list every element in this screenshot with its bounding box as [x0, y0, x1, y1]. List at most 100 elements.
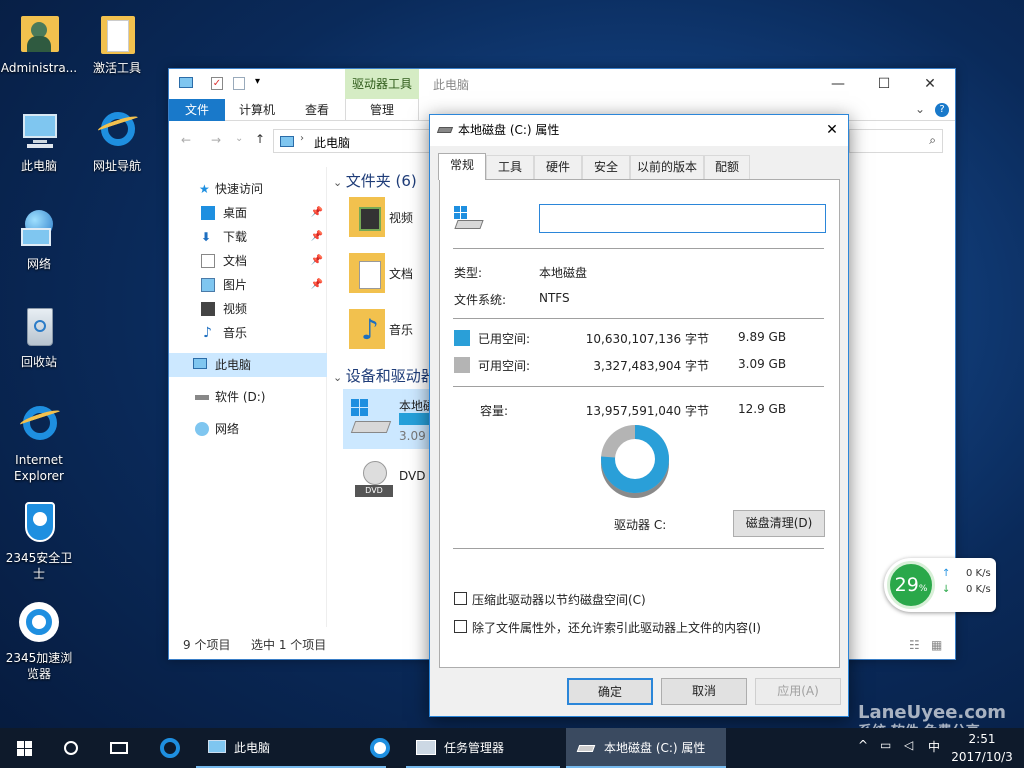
- used-space-gb: 9.89 GB: [738, 330, 787, 344]
- address-bar[interactable]: › 此电脑: [273, 129, 433, 153]
- maximize-button[interactable]: ☐: [861, 69, 907, 99]
- nav-item-this-pc[interactable]: 此电脑: [169, 353, 327, 377]
- section-label: 文件夹 (6): [345, 172, 417, 190]
- compress-label[interactable]: 压缩此驱动器以节约磁盘空间(C): [472, 591, 646, 608]
- status-selected-count: 选中 1 个项目: [251, 638, 327, 652]
- taskbar-this-pc[interactable]: 此电脑: [196, 728, 386, 768]
- nav-item-network[interactable]: 网络: [169, 417, 327, 441]
- new-folder-quick-icon[interactable]: [233, 77, 245, 90]
- window-title: 此电脑: [433, 78, 470, 92]
- nav-item-music[interactable]: ♪ 音乐: [169, 321, 327, 345]
- pin-icon[interactable]: 📌: [311, 201, 323, 225]
- status-item-count: 9 个项目: [183, 638, 231, 652]
- nav-label: 软件 (D:): [215, 390, 266, 404]
- back-icon[interactable]: ←: [181, 133, 191, 147]
- user-folder-icon: [15, 10, 63, 58]
- ok-button[interactable]: 确定: [567, 678, 653, 705]
- nav-item-pictures[interactable]: 图片 📌: [169, 273, 327, 297]
- free-space-label: 可用空间:: [478, 359, 531, 373]
- divider: [453, 318, 824, 319]
- desktop-icon-activator[interactable]: 激活工具: [78, 10, 156, 76]
- memory-usage-circle[interactable]: 29%: [887, 561, 935, 609]
- index-checkbox[interactable]: [454, 620, 467, 633]
- desktop-icon-2345-browser[interactable]: 2345加速浏览器: [0, 600, 78, 682]
- taskbar-properties[interactable]: 本地磁盘 (C:) 属性: [566, 728, 726, 768]
- desktop-icon-network[interactable]: 网络: [0, 206, 78, 272]
- nav-item-desktop[interactable]: 桌面 📌: [169, 201, 327, 225]
- disk-cleanup-button[interactable]: 磁盘清理(D): [733, 510, 825, 537]
- drive-name-input[interactable]: [539, 204, 826, 233]
- customize-toolbar-icon[interactable]: ▾: [255, 76, 260, 87]
- ime-indicator[interactable]: 中: [928, 738, 940, 755]
- memory-percent: 29: [894, 574, 919, 596]
- tab-security[interactable]: 安全: [582, 155, 630, 179]
- tray-chevron-icon[interactable]: ^: [858, 738, 868, 752]
- taskbar-browser[interactable]: [360, 728, 402, 768]
- tab-hardware[interactable]: 硬件: [534, 155, 582, 179]
- tab-previous-versions[interactable]: 以前的版本: [630, 155, 704, 179]
- volume-tray-icon[interactable]: ◁: [904, 738, 913, 752]
- folders-section-header[interactable]: ⌄ 文件夹 (6): [333, 170, 417, 191]
- network-tray-icon[interactable]: ▭: [880, 738, 891, 752]
- minimize-button[interactable]: —: [815, 69, 861, 99]
- desktop-icon-2345-security[interactable]: 2345安全卫士: [0, 500, 78, 582]
- recent-chevron-icon[interactable]: ⌄: [235, 133, 243, 144]
- properties-dialog[interactable]: 本地磁盘 (C:) 属性 ✕ 常规 工具 硬件 安全 以前的版本 配额 类型: …: [429, 114, 849, 717]
- clock[interactable]: 2:51 2017/10/3: [948, 730, 1016, 766]
- properties-quick-icon[interactable]: ✓: [211, 77, 223, 90]
- index-label[interactable]: 除了文件属性外，还允许索引此驱动器上文件的内容(I): [472, 619, 761, 636]
- expand-ribbon-icon[interactable]: ⌄: [915, 102, 925, 116]
- donut-hole: [615, 439, 655, 479]
- cancel-button[interactable]: 取消: [661, 678, 747, 705]
- start-button[interactable]: [0, 728, 48, 768]
- dialog-titlebar[interactable]: 本地磁盘 (C:) 属性 ✕: [430, 115, 848, 146]
- nav-item-quick-access[interactable]: ★ 快速访问: [169, 177, 327, 201]
- taskbar-task-manager[interactable]: 任务管理器: [406, 728, 560, 768]
- search-button[interactable]: [48, 728, 96, 768]
- dialog-close-button[interactable]: ✕: [816, 115, 848, 146]
- breadcrumb[interactable]: 此电脑: [314, 134, 350, 151]
- nav-item-documents[interactable]: 文档 📌: [169, 249, 327, 273]
- details-view-icon[interactable]: ☷: [909, 631, 920, 659]
- compress-checkbox[interactable]: [454, 592, 467, 605]
- download-arrow-icon: ⬇: [201, 230, 212, 244]
- nav-item-drive-d[interactable]: 软件 (D:): [169, 385, 327, 409]
- desktop-icon-recycle-bin[interactable]: 回收站: [0, 304, 78, 370]
- tab-file[interactable]: 文件: [169, 99, 225, 121]
- tab-manage[interactable]: 管理: [345, 99, 419, 121]
- desktop-icon-web-nav[interactable]: 网址导航: [78, 108, 156, 174]
- tab-computer[interactable]: 计算机: [227, 99, 287, 121]
- capacity-bytes: 13,957,591,040 字节: [585, 404, 709, 418]
- pin-icon[interactable]: 📌: [311, 249, 323, 273]
- drive-icon: [576, 745, 596, 752]
- network-speed-widget[interactable]: 29% ↑ 0 K/s ↓ 0 K/s: [884, 558, 996, 612]
- tab-general[interactable]: 常规: [438, 153, 486, 180]
- desktop-icon-label: 此电脑: [20, 159, 57, 173]
- explorer-titlebar[interactable]: ✓ ▾ 驱动器工具 此电脑 — ☐ ✕: [169, 69, 955, 99]
- task-view-button[interactable]: [96, 728, 144, 768]
- tab-quota[interactable]: 配额: [704, 155, 750, 179]
- pin-icon[interactable]: 📌: [311, 273, 323, 297]
- nav-label: 下载: [223, 230, 248, 244]
- desktop-icon-administrator[interactable]: Administra...: [0, 10, 78, 76]
- video-folder-icon: [349, 197, 385, 237]
- help-icon[interactable]: ?: [935, 103, 949, 117]
- large-icons-view-icon[interactable]: ▦: [931, 631, 942, 659]
- close-button[interactable]: ✕: [907, 69, 953, 99]
- nav-item-videos[interactable]: 视频: [169, 297, 327, 321]
- tab-view[interactable]: 查看: [289, 99, 345, 121]
- tab-tools[interactable]: 工具: [486, 155, 534, 179]
- desktop-icon-ie[interactable]: Internet Explorer: [0, 402, 78, 484]
- taskbar-ie[interactable]: [146, 728, 194, 768]
- forward-icon[interactable]: →: [211, 133, 221, 147]
- nav-label: 桌面: [223, 206, 248, 220]
- devices-section-header[interactable]: ⌄ 设备和驱动器: [333, 365, 436, 386]
- nav-item-downloads[interactable]: ⬇ 下载 📌: [169, 225, 327, 249]
- search-box[interactable]: ⌕: [849, 129, 943, 153]
- browser-icon: [15, 600, 63, 648]
- up-icon[interactable]: ↑: [255, 132, 265, 146]
- pin-icon[interactable]: 📌: [311, 225, 323, 249]
- apply-button[interactable]: 应用(A): [755, 678, 841, 705]
- desktop-icon-this-pc[interactable]: 此电脑: [0, 108, 78, 174]
- shield-icon: [15, 500, 63, 548]
